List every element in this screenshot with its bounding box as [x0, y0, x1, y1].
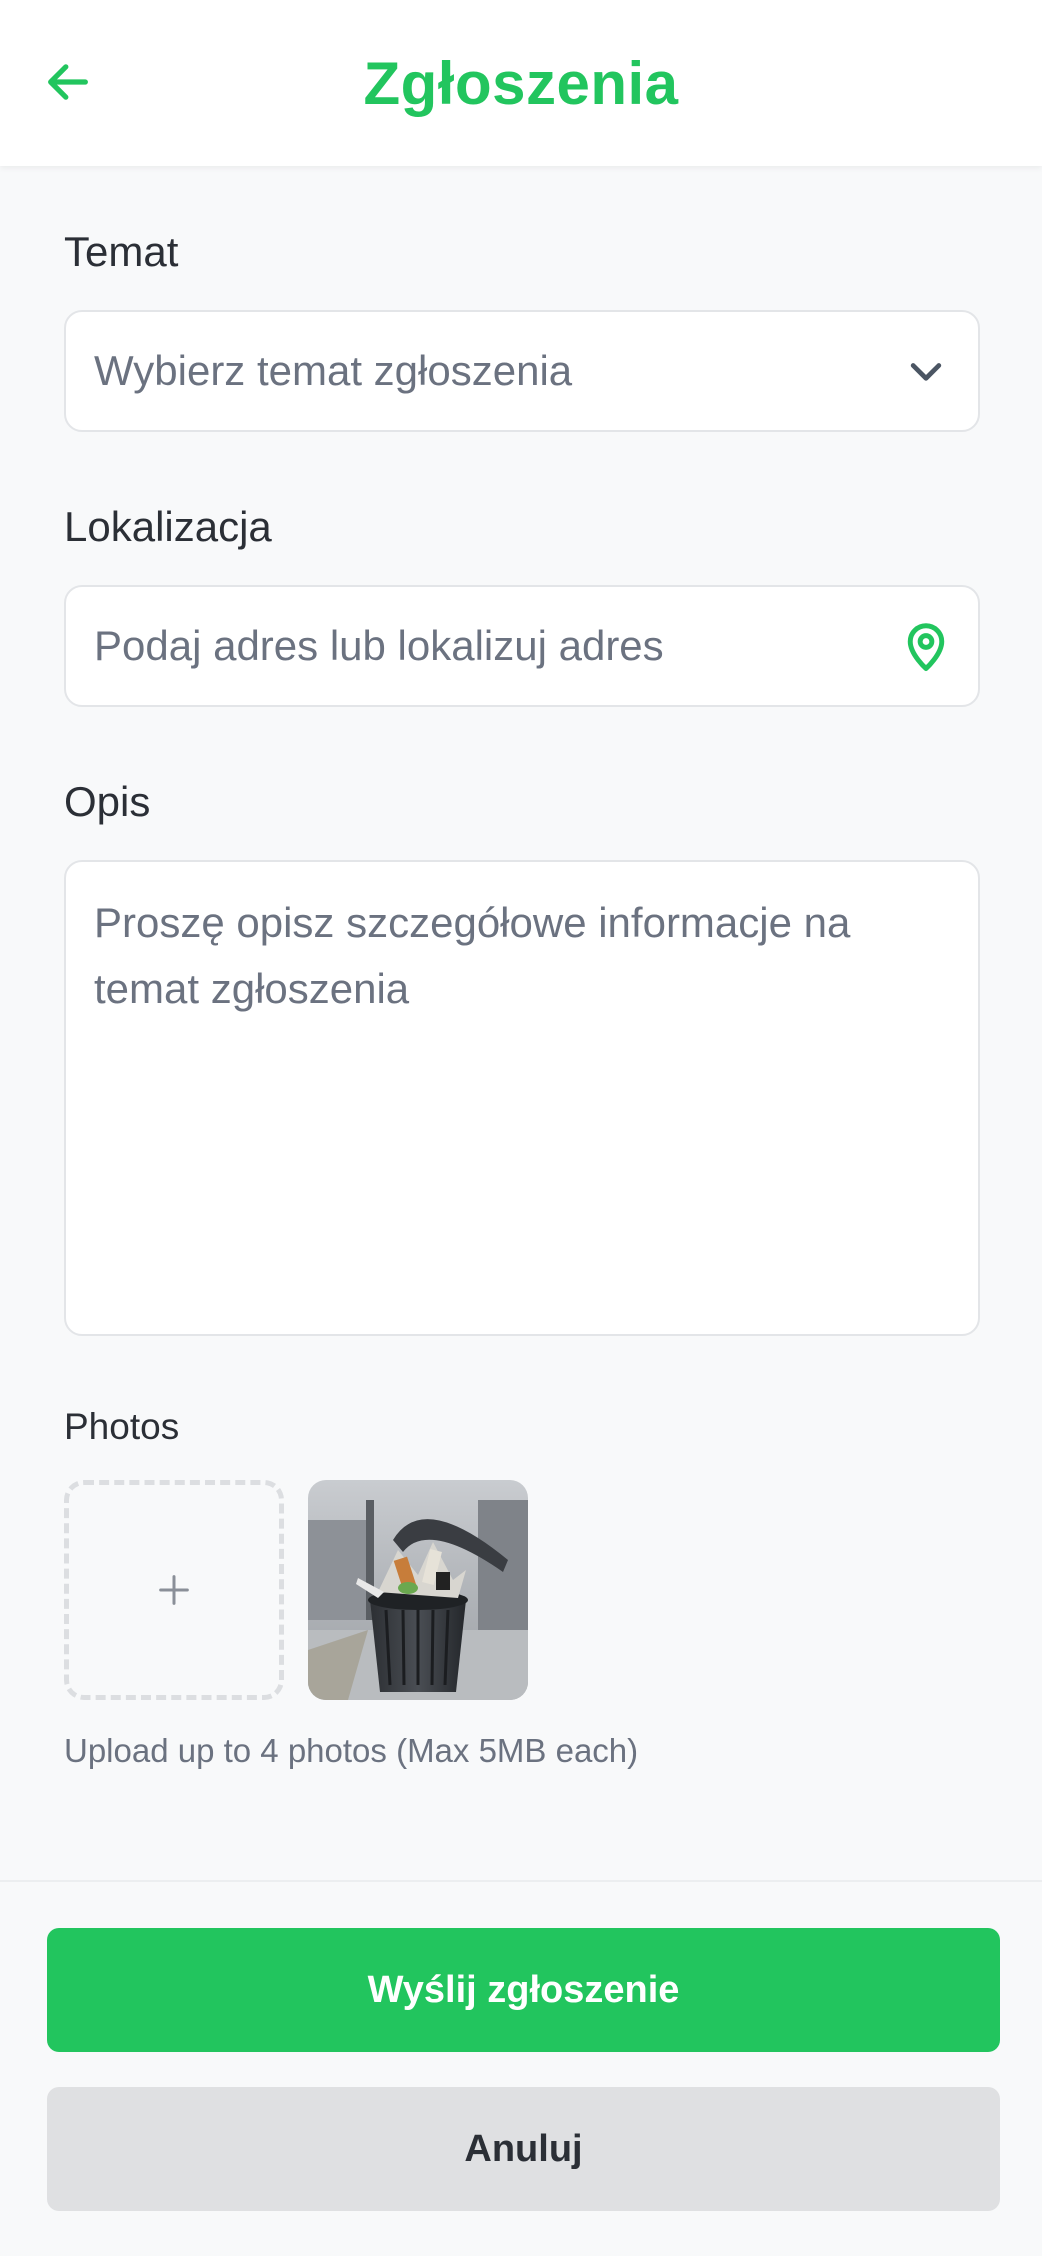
footer-divider	[0, 1880, 1042, 1882]
map-pin-icon[interactable]	[896, 616, 956, 676]
arrow-left-icon	[48, 64, 88, 100]
location-label: Lokalizacja	[64, 503, 272, 550]
page-title: Zgłoszenia	[363, 49, 679, 117]
submit-button[interactable]: Wyślij zgłoszenie	[47, 1928, 1000, 2052]
description-textarea[interactable]: Proszę opisz szczegółowe informacje na t…	[64, 860, 980, 1336]
location-input[interactable]: Podaj adres lub lokalizuj adres	[64, 585, 980, 707]
topic-placeholder: Wybierz temat zgłoszenia	[94, 347, 573, 394]
description-placeholder: Proszę opisz szczegółowe informacje na t…	[94, 899, 851, 1012]
back-button[interactable]	[36, 50, 100, 114]
photo-thumbnail[interactable]	[308, 1480, 528, 1700]
description-label: Opis	[64, 778, 151, 825]
photos-hint: Upload up to 4 photos (Max 5MB each)	[64, 1732, 639, 1769]
topic-select[interactable]: Wybierz temat zgłoszenia	[64, 310, 980, 432]
photos-label: Photos	[64, 1406, 180, 1447]
app-header: Zgłoszenia	[0, 0, 1042, 166]
plus-icon	[159, 1575, 189, 1605]
chevron-down-icon	[896, 341, 956, 401]
trash-can-photo	[308, 1480, 528, 1700]
add-photo-button[interactable]	[64, 1480, 284, 1700]
cancel-button[interactable]: Anuluj	[47, 2087, 1000, 2211]
topic-label: Temat	[64, 228, 179, 275]
location-placeholder: Podaj adres lub lokalizuj adres	[94, 622, 664, 669]
